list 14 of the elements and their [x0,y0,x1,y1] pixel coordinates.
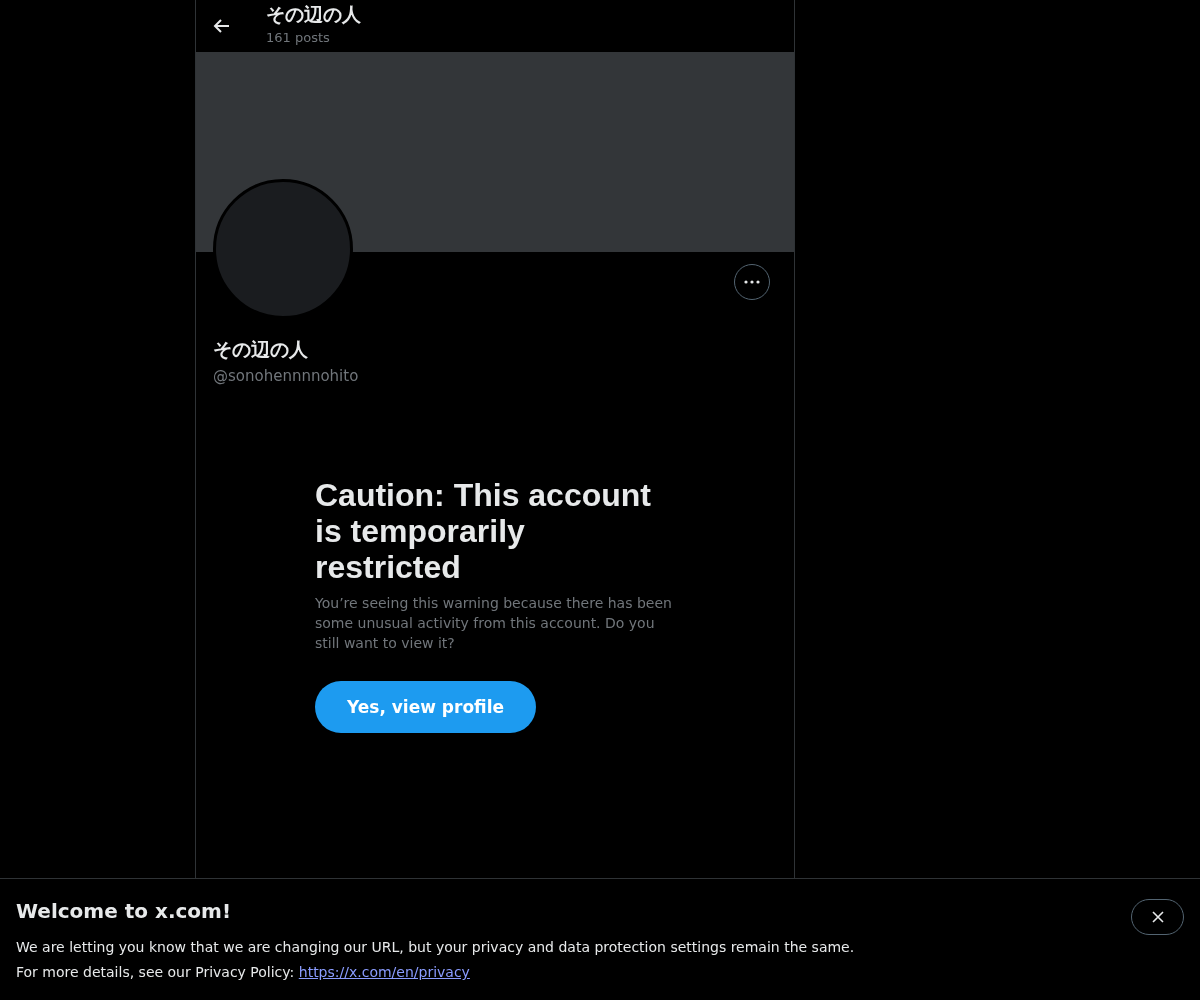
more-icon [744,280,760,284]
warning-text: You’re seeing this warning because there has been some unusual activity from this account. Do you still want to view it? [315,594,673,653]
post-count: 161 posts [266,29,331,45]
profile-title: その辺の人 [266,1,361,27]
close-icon [1151,911,1164,923]
warning-title: Caution: This account is temporarily restricted [315,477,652,585]
display-name: その辺の人 [213,337,309,362]
more-button[interactable] [734,264,770,300]
privacy-link[interactable]: https://x.com/en/privacy [298,964,470,980]
banner-title: Welcome to x.com! [16,899,233,923]
username: @sonohennnnohito [213,367,360,385]
banner-message: We are letting you know that we are changing our URL, but your privacy and data protection settings remain the same. [16,938,855,957]
close-button[interactable] [1131,899,1184,935]
privacy-notice: For more details, see our Privacy Policy: https://x.com/en/privacy [16,963,471,982]
